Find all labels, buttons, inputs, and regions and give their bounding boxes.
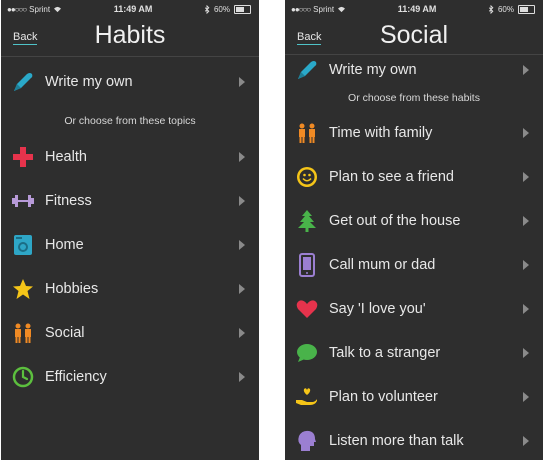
battery-icon (518, 4, 535, 14)
habits-subheading: Or choose from these habits (348, 92, 480, 104)
topic-home[interactable]: Home (1, 223, 259, 267)
chevron-right-icon (523, 216, 529, 226)
heart-icon (295, 297, 319, 321)
clock-icon (11, 365, 35, 389)
wifi-icon (54, 6, 62, 12)
head-icon (295, 429, 319, 453)
chevron-right-icon (239, 372, 245, 382)
page-title: Social (379, 21, 449, 49)
dumbbell-icon (11, 189, 35, 213)
habit-item[interactable]: Plan to see a friend (285, 155, 543, 199)
star-icon (11, 277, 35, 301)
chevron-right-icon (239, 77, 245, 87)
topic-label: Home (45, 237, 84, 253)
habit-label: Plan to volunteer (329, 389, 438, 405)
topic-label: Health (45, 149, 87, 165)
battery-percent: 60% (213, 4, 230, 14)
nav-header: Back Habits (1, 18, 259, 56)
habit-label: Say 'I love you' (329, 301, 426, 317)
family-icon (295, 121, 319, 145)
page-title: Habits (94, 21, 166, 49)
status-bar: ●●○○○ Sprint 11:49 AM 60% (285, 0, 543, 18)
chevron-right-icon (523, 128, 529, 138)
smiley-icon (295, 165, 319, 189)
health-cross-icon (11, 145, 35, 169)
helping-hand-icon (295, 385, 319, 409)
bluetooth-icon (488, 4, 494, 14)
write-my-own-row[interactable]: Write my own (1, 57, 259, 107)
chevron-right-icon (523, 65, 529, 75)
carrier-label: Sprint (29, 4, 51, 14)
habit-item[interactable]: Plan to volunteer (285, 375, 543, 419)
pen-icon (295, 58, 319, 82)
chevron-right-icon (523, 172, 529, 182)
habit-item[interactable]: Talk to a stranger (285, 331, 543, 375)
phone-icon (295, 253, 319, 277)
status-bar: ●●○○○ Sprint 11:49 AM 60% (1, 0, 259, 18)
chevron-right-icon (239, 240, 245, 250)
chevron-right-icon (523, 392, 529, 402)
social-screen: ●●○○○ Sprint 11:49 AM 60% Back Social Wr… (285, 0, 543, 460)
habit-label: Plan to see a friend (329, 169, 454, 185)
habit-label: Listen more than talk (329, 433, 464, 449)
habit-item[interactable]: Time with family (285, 111, 543, 155)
habit-item[interactable]: Call mum or dad (285, 243, 543, 287)
nav-header: Back Social (285, 18, 543, 54)
clock-time: 11:49 AM (397, 4, 437, 14)
topic-social[interactable]: Social (1, 311, 259, 355)
topic-health[interactable]: Health (1, 135, 259, 179)
washing-machine-icon (11, 233, 35, 257)
topic-label: Social (45, 325, 85, 341)
topic-label: Efficiency (45, 369, 107, 385)
chevron-right-icon (523, 304, 529, 314)
chevron-right-icon (239, 284, 245, 294)
tree-icon (295, 209, 319, 233)
battery-icon (234, 4, 251, 14)
chevron-right-icon (239, 328, 245, 338)
chevron-right-icon (523, 348, 529, 358)
topic-label: Fitness (45, 193, 92, 209)
habit-item[interactable]: Say 'I love you' (285, 287, 543, 331)
write-my-own-label: Write my own (45, 74, 133, 90)
clock-time: 11:49 AM (113, 4, 153, 14)
topics-subheading: Or choose from these topics (64, 115, 196, 127)
bluetooth-icon (204, 4, 210, 14)
habits-screen: ●●○○○ Sprint 11:49 AM 60% Back Habits Wr… (1, 0, 259, 460)
topic-hobbies[interactable]: Hobbies (1, 267, 259, 311)
topic-fitness[interactable]: Fitness (1, 179, 259, 223)
chevron-right-icon (523, 260, 529, 270)
write-my-own-row[interactable]: Write my own (285, 55, 543, 85)
habit-label: Time with family (329, 125, 433, 141)
chevron-right-icon (239, 196, 245, 206)
carrier-label: Sprint (313, 4, 335, 14)
speech-bubble-icon (295, 341, 319, 365)
chevron-right-icon (523, 436, 529, 446)
topic-label: Hobbies (45, 281, 99, 297)
chevron-right-icon (239, 152, 245, 162)
battery-percent: 60% (497, 4, 514, 14)
pen-icon (11, 70, 35, 94)
people-icon (11, 321, 35, 345)
habit-label: Call mum or dad (329, 257, 436, 273)
habit-label: Get out of the house (329, 213, 461, 229)
signal-icon: ●●○○○ (7, 4, 27, 14)
write-my-own-label: Write my own (329, 62, 417, 78)
wifi-icon (338, 6, 346, 12)
topic-efficiency[interactable]: Efficiency (1, 355, 259, 399)
habit-item[interactable]: Listen more than talk (285, 419, 543, 460)
habit-label: Talk to a stranger (329, 345, 441, 361)
signal-icon: ●●○○○ (291, 4, 311, 14)
habit-item[interactable]: Get out of the house (285, 199, 543, 243)
